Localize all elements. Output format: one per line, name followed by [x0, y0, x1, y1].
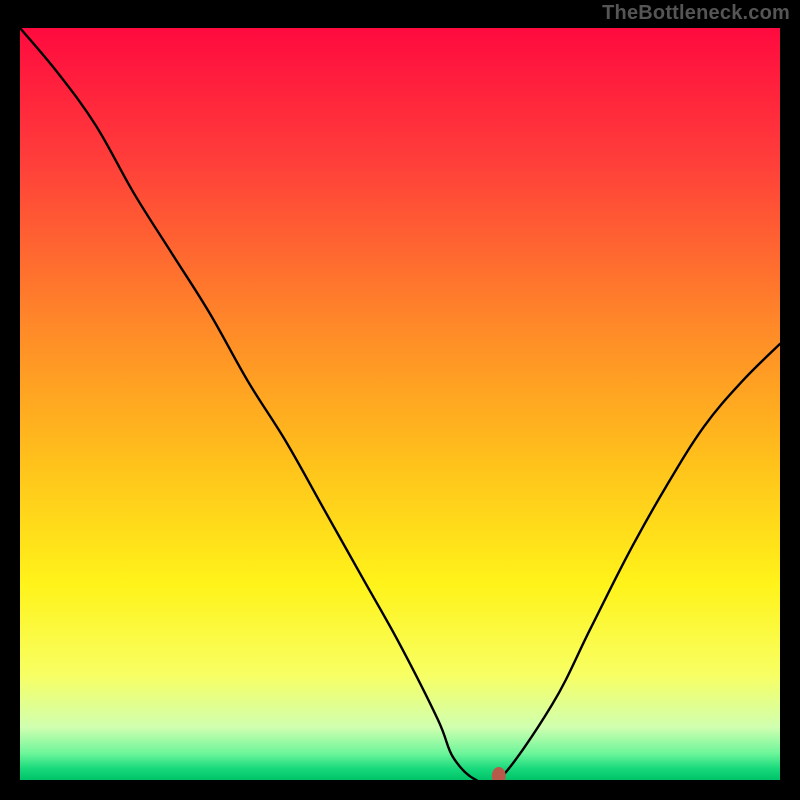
chart-svg: [20, 28, 780, 780]
chart-container: TheBottleneck.com: [0, 0, 800, 800]
bottleneck-chart: [20, 28, 780, 780]
gradient-background: [20, 28, 780, 780]
watermark-text: TheBottleneck.com: [602, 2, 790, 25]
